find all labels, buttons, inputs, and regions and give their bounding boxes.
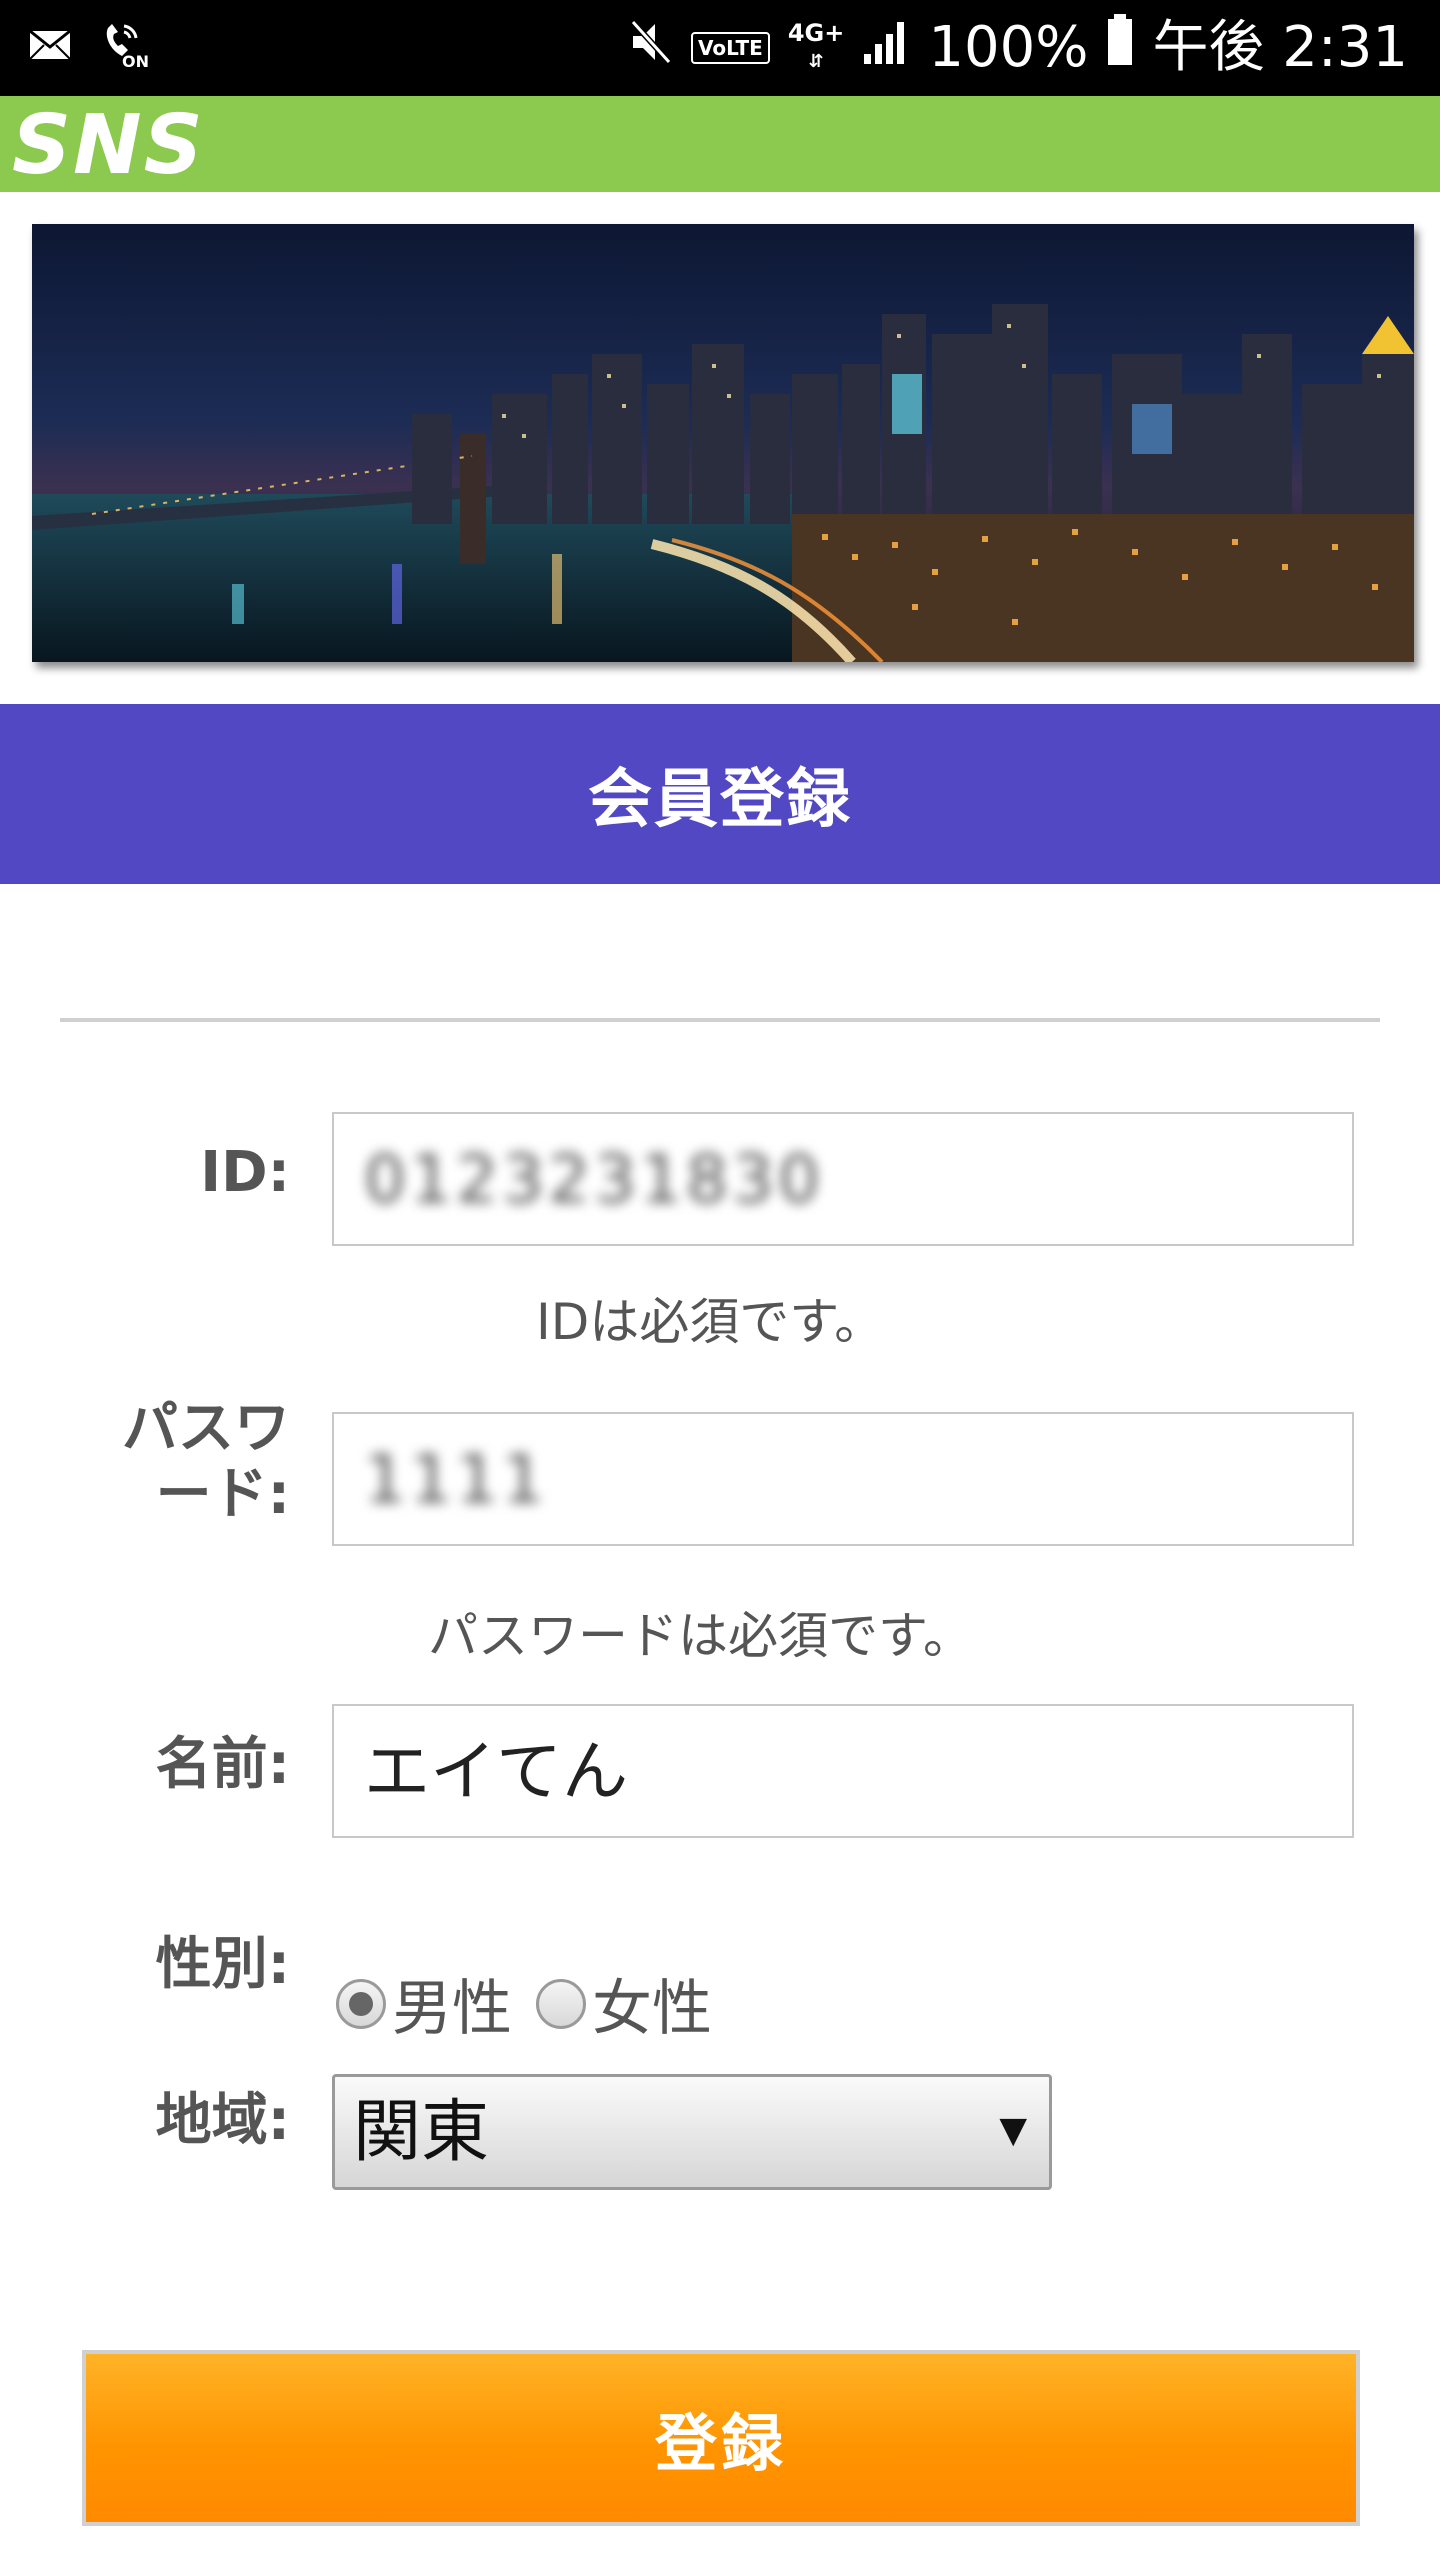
app-logo[interactable]: SNS xyxy=(12,105,205,187)
clock: 午後 2:31 xyxy=(1152,14,1408,80)
region-label: 地域: xyxy=(155,2088,290,2153)
page-title-band: 会員登録 xyxy=(0,704,1440,884)
dropdown-arrow-icon: ▼ xyxy=(999,2110,1027,2151)
divider xyxy=(60,1018,1380,1022)
status-bar: ON VoLTE 4G+ ⇵ 100% 午後 2:31 xyxy=(0,0,1440,96)
page-title: 会員登録 xyxy=(588,763,852,837)
password-label: パスワ ード: xyxy=(122,1396,290,1527)
gender-label: 性別: xyxy=(155,1932,290,1997)
id-value: 0123231830 xyxy=(364,1141,824,1218)
volte-badge: VoLTE xyxy=(690,31,770,64)
mail-icon xyxy=(28,25,72,69)
name-field[interactable]: エイてん xyxy=(332,1704,1354,1838)
gender-option-female-label: 女性 xyxy=(592,1974,712,2044)
wifi-calling-icon: ON xyxy=(100,22,150,72)
name-value: エイてん xyxy=(364,1733,628,1810)
signal-icon xyxy=(862,15,910,81)
app-bar: SNS xyxy=(0,96,1440,192)
password-required-message: パスワードは必須です。 xyxy=(428,1607,973,1665)
password-field[interactable]: 1111 xyxy=(332,1412,1354,1546)
register-button[interactable]: 登録 xyxy=(82,2350,1360,2526)
radio-button[interactable] xyxy=(536,1978,586,2029)
battery-icon xyxy=(1106,14,1134,81)
call-badge: ON xyxy=(122,52,149,71)
gender-option-male-label: 男性 xyxy=(392,1974,512,2044)
city-night-banner-image xyxy=(32,224,1414,662)
password-value: 1111 xyxy=(364,1441,548,1518)
gender-option-female[interactable]: 女性 xyxy=(536,1960,712,2047)
radio-button-selected[interactable] xyxy=(336,1978,386,2029)
id-field[interactable]: 0123231830 xyxy=(332,1112,1354,1246)
battery-percent: 100% xyxy=(928,14,1089,80)
id-required-message: IDは必須です。 xyxy=(536,1293,885,1351)
mute-icon xyxy=(629,15,673,81)
id-label: ID: xyxy=(200,1140,290,1205)
name-label: 名前: xyxy=(155,1732,290,1797)
gender-option-male[interactable]: 男性 xyxy=(336,1960,512,2047)
region-select[interactable]: 関東 ▼ xyxy=(332,2074,1052,2190)
register-button-label: 登録 xyxy=(654,2407,787,2480)
region-value: 関東 xyxy=(353,2093,490,2172)
network-type: 4G+ ⇵ xyxy=(787,19,845,72)
